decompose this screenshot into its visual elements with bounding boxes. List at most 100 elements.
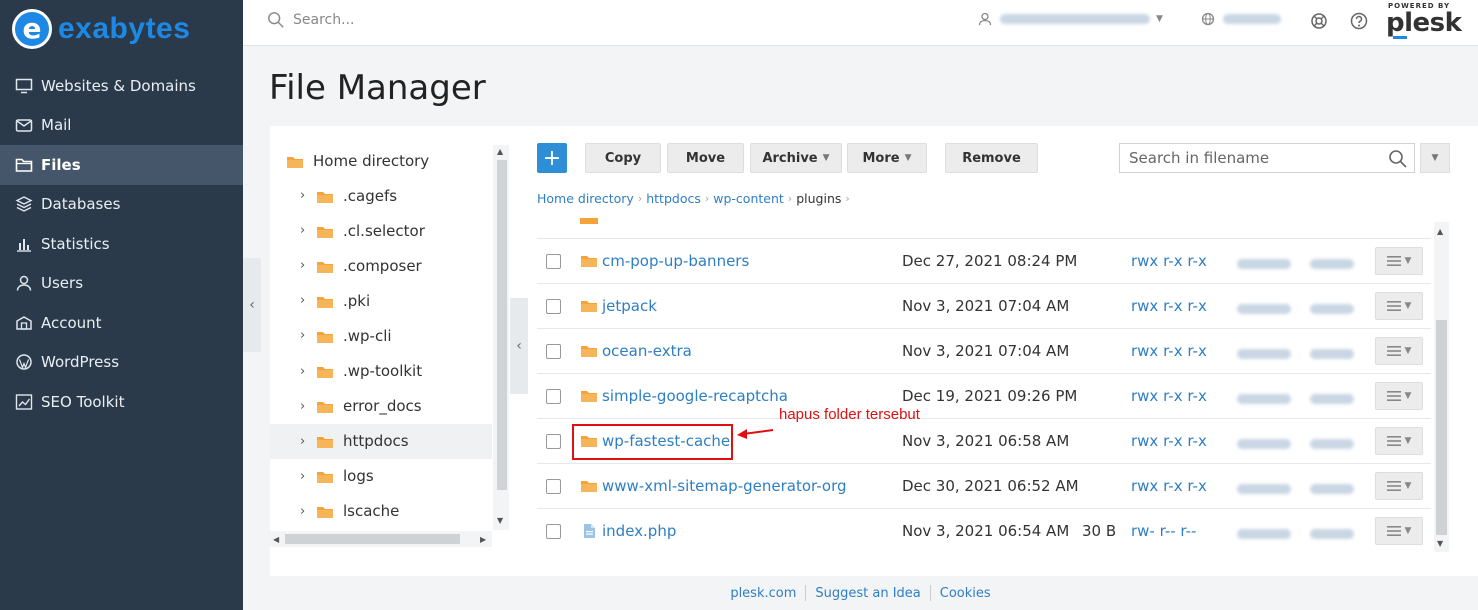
archive-button[interactable]: Archive ▼ xyxy=(750,143,842,173)
footer-link[interactable]: Suggest an Idea xyxy=(806,586,929,601)
support-icon[interactable] xyxy=(1309,11,1329,31)
subscription-menu[interactable] xyxy=(1201,12,1281,26)
tree-item[interactable]: › .wp-cli xyxy=(270,318,492,353)
file-name-link[interactable]: www-xml-sitemap-generator-org xyxy=(602,477,847,495)
tree-item-label: lscache xyxy=(343,502,400,521)
row-checkbox[interactable] xyxy=(546,343,561,359)
plesk-logo[interactable]: plesk xyxy=(1386,8,1462,38)
collapse-sidebar-handle[interactable]: ‹ xyxy=(243,258,261,352)
row-checkbox[interactable] xyxy=(546,253,561,269)
table-row[interactable]: simple-google-recaptcha Dec 19, 2021 09:2… xyxy=(537,373,1431,418)
list-scrollbar-thumb[interactable] xyxy=(1436,320,1447,535)
file-permissions-link[interactable]: rwx r-x r-x xyxy=(1131,297,1207,315)
tree-scroll-left-icon[interactable]: ◀ xyxy=(273,535,279,544)
breadcrumb-item[interactable]: wp-content xyxy=(713,191,784,206)
row-menu-button[interactable]: ▼ xyxy=(1375,472,1423,500)
footer-link[interactable]: plesk.com xyxy=(721,586,805,601)
tree-item[interactable]: › error_docs xyxy=(270,389,492,424)
chevron-right-icon[interactable]: › xyxy=(300,364,310,379)
table-row[interactable]: cm-pop-up-banners Dec 27, 2021 08:24 PM rw… xyxy=(537,238,1431,283)
row-checkbox[interactable] xyxy=(546,433,561,449)
search-options-button[interactable]: ▼ xyxy=(1420,143,1450,173)
sidebar-item-websites-domains[interactable]: Websites & Domains xyxy=(0,66,243,106)
sidebar-item-users[interactable]: Users xyxy=(0,264,243,304)
tree-scroll-right-icon[interactable]: ▶ xyxy=(480,535,486,544)
sidebar-item-files[interactable]: Files xyxy=(0,145,243,185)
sidebar-item-seo-toolkit[interactable]: SEO Toolkit xyxy=(0,382,243,422)
chevron-right-icon[interactable]: › xyxy=(300,434,310,449)
row-menu-button[interactable]: ▼ xyxy=(1375,382,1423,410)
table-row[interactable]: index.php Nov 3, 2021 06:54 AM 30 B rw- r--… xyxy=(537,508,1431,553)
row-checkbox[interactable] xyxy=(546,298,561,314)
move-button[interactable]: Move xyxy=(667,143,744,173)
tree-item[interactable]: › .wp-toolkit xyxy=(270,354,492,389)
tree-scroll-down-icon[interactable]: ▼ xyxy=(497,516,503,525)
tree-scrollbar-thumb[interactable] xyxy=(497,160,507,490)
file-permissions-link[interactable]: rw- r-- r-- xyxy=(1131,522,1196,540)
file-permissions-link[interactable]: rwx r-x r-x xyxy=(1131,342,1207,360)
file-name-link[interactable]: index.php xyxy=(602,522,676,540)
add-button[interactable]: + xyxy=(537,143,567,173)
breadcrumb-item[interactable]: plugins xyxy=(796,191,841,206)
file-name-link[interactable]: cm-pop-up-banners xyxy=(602,252,749,270)
chevron-right-icon[interactable]: › xyxy=(300,258,310,273)
chevron-right-icon[interactable]: › xyxy=(300,328,310,343)
table-row[interactable]: www-xml-sitemap-generator-org Dec 30, 202… xyxy=(537,463,1431,508)
global-search[interactable]: Search... xyxy=(267,11,354,29)
copy-button[interactable]: Copy xyxy=(585,143,661,173)
sidebar-item-statistics[interactable]: Statistics xyxy=(0,224,243,264)
file-permissions-link[interactable]: rwx r-x r-x xyxy=(1131,252,1207,270)
footer-link[interactable]: Cookies xyxy=(931,586,1000,601)
more-button[interactable]: More ▼ xyxy=(847,143,927,173)
sidebar-item-account[interactable]: Account xyxy=(0,303,243,343)
tree-item[interactable]: › lscache xyxy=(270,494,492,529)
collapse-tree-handle[interactable]: ‹ xyxy=(510,298,528,394)
list-scroll-up-icon[interactable]: ▲ xyxy=(1437,227,1443,236)
sidebar-item-mail[interactable]: Mail xyxy=(0,106,243,146)
file-name-link[interactable]: ocean-extra xyxy=(602,342,692,360)
chevron-right-icon[interactable]: › xyxy=(300,188,310,203)
file-permissions-link[interactable]: rwx r-x r-x xyxy=(1131,387,1207,405)
tree-item-home[interactable]: Home directory xyxy=(270,143,492,178)
search-icon[interactable] xyxy=(1388,149,1408,169)
tree-item[interactable]: › httpdocs xyxy=(270,423,492,459)
file-permissions-link[interactable]: rwx r-x r-x xyxy=(1131,432,1207,450)
tree-scroll-up-icon[interactable]: ▲ xyxy=(497,147,503,156)
chevron-right-icon[interactable]: › xyxy=(300,504,310,519)
chevron-right-icon[interactable]: › xyxy=(300,293,310,308)
row-checkbox[interactable] xyxy=(546,478,561,494)
user-menu[interactable]: ▼ xyxy=(978,12,1163,26)
row-menu-button[interactable]: ▼ xyxy=(1375,247,1423,275)
tree-item[interactable]: › logs xyxy=(270,459,492,494)
sidebar-item-wordpress[interactable]: WordPress xyxy=(0,343,243,383)
globe-icon xyxy=(1201,12,1215,26)
chevron-right-icon[interactable]: › xyxy=(300,223,310,238)
tree-scrollbar-hthumb[interactable] xyxy=(285,534,460,544)
breadcrumb-item[interactable]: httpdocs xyxy=(646,191,701,206)
tree-item[interactable]: › .composer xyxy=(270,248,492,283)
row-menu-button[interactable]: ▼ xyxy=(1375,337,1423,365)
filename-search-input[interactable]: Search in filename xyxy=(1119,143,1415,173)
file-name-link[interactable]: jetpack xyxy=(602,297,657,315)
table-row[interactable]: jetpack Nov 3, 2021 07:04 AM rwx r-x r-x ▼ xyxy=(537,283,1431,328)
file-name-link[interactable]: simple-google-recaptcha xyxy=(602,387,788,405)
table-row[interactable]: ocean-extra Nov 3, 2021 07:04 AM rwx r-x r… xyxy=(537,328,1431,373)
row-menu-button[interactable]: ▼ xyxy=(1375,517,1423,545)
tree-item[interactable]: › .cagefs xyxy=(270,178,492,213)
breadcrumb-item[interactable]: Home directory xyxy=(537,191,634,206)
remove-button[interactable]: Remove xyxy=(945,143,1038,173)
chevron-right-icon[interactable]: › xyxy=(300,469,310,484)
help-icon[interactable] xyxy=(1349,11,1369,31)
sidebar-item-label: Websites & Domains xyxy=(41,76,196,95)
sidebar-item-databases[interactable]: Databases xyxy=(0,185,243,225)
row-menu-button[interactable]: ▼ xyxy=(1375,292,1423,320)
row-menu-button[interactable]: ▼ xyxy=(1375,427,1423,455)
chevron-right-icon[interactable]: › xyxy=(300,399,310,414)
row-checkbox[interactable] xyxy=(546,523,561,539)
tree-item[interactable]: › .cl.selector xyxy=(270,213,492,248)
list-scroll-down-icon[interactable]: ▼ xyxy=(1437,539,1443,548)
row-checkbox[interactable] xyxy=(546,388,561,404)
file-permissions-link[interactable]: rwx r-x r-x xyxy=(1131,477,1207,495)
brand-logo[interactable]: e exabytes xyxy=(12,8,190,50)
tree-item[interactable]: › .pki xyxy=(270,283,492,318)
